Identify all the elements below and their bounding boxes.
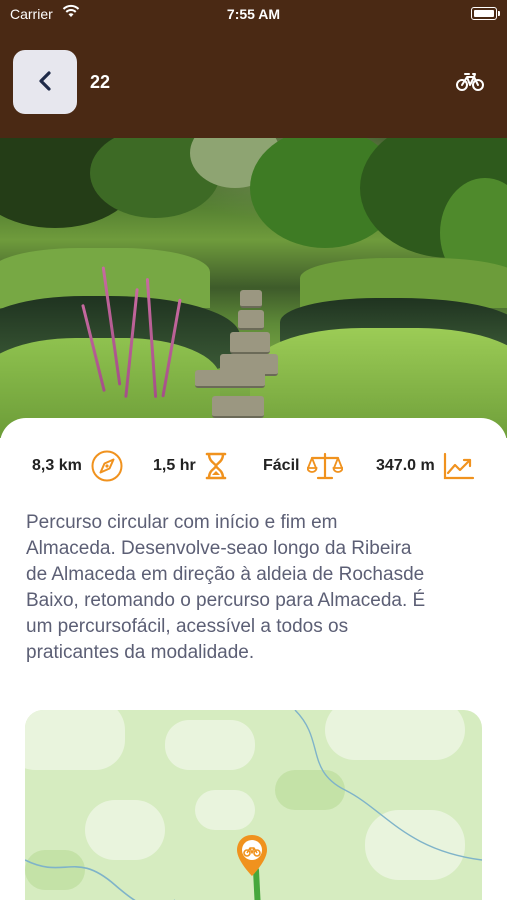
status-time: 7:55 AM xyxy=(226,6,281,22)
stat-difficulty-value: Fácil xyxy=(263,457,300,474)
stat-elevation-value: 347.0 m xyxy=(376,457,435,474)
stat-elevation: 347.0 m xyxy=(376,448,475,484)
route-title: 22 xyxy=(90,72,111,92)
stat-difficulty: Fácil xyxy=(263,448,344,484)
stat-duration: 1,5 hr xyxy=(153,448,228,484)
route-detail-card: 8,3 km 1,5 hr Fácil 347.0 m Percurso cir… xyxy=(0,418,507,900)
stat-distance-value: 8,3 km xyxy=(32,457,82,474)
bicycle-icon[interactable] xyxy=(455,68,485,94)
scale-icon xyxy=(307,451,344,481)
stat-duration-value: 1,5 hr xyxy=(153,457,196,474)
route-photo xyxy=(0,138,507,438)
status-bar: Carrier 7:55 AM xyxy=(0,0,507,28)
hourglass-icon xyxy=(204,451,228,481)
nav-bar: 22 xyxy=(0,28,507,138)
route-stats: 8,3 km 1,5 hr Fácil 347.0 m xyxy=(0,448,507,484)
map-pin-bicycle-icon[interactable] xyxy=(235,834,269,878)
elevation-chart-icon xyxy=(443,452,475,480)
stat-distance: 8,3 km xyxy=(32,448,124,484)
route-map[interactable] xyxy=(25,710,482,900)
compass-icon xyxy=(90,449,124,483)
route-description: Percurso circular com início e fim em Al… xyxy=(26,512,426,663)
chevron-left-icon xyxy=(37,70,53,95)
battery-icon xyxy=(471,7,500,20)
back-button[interactable] xyxy=(13,50,77,114)
